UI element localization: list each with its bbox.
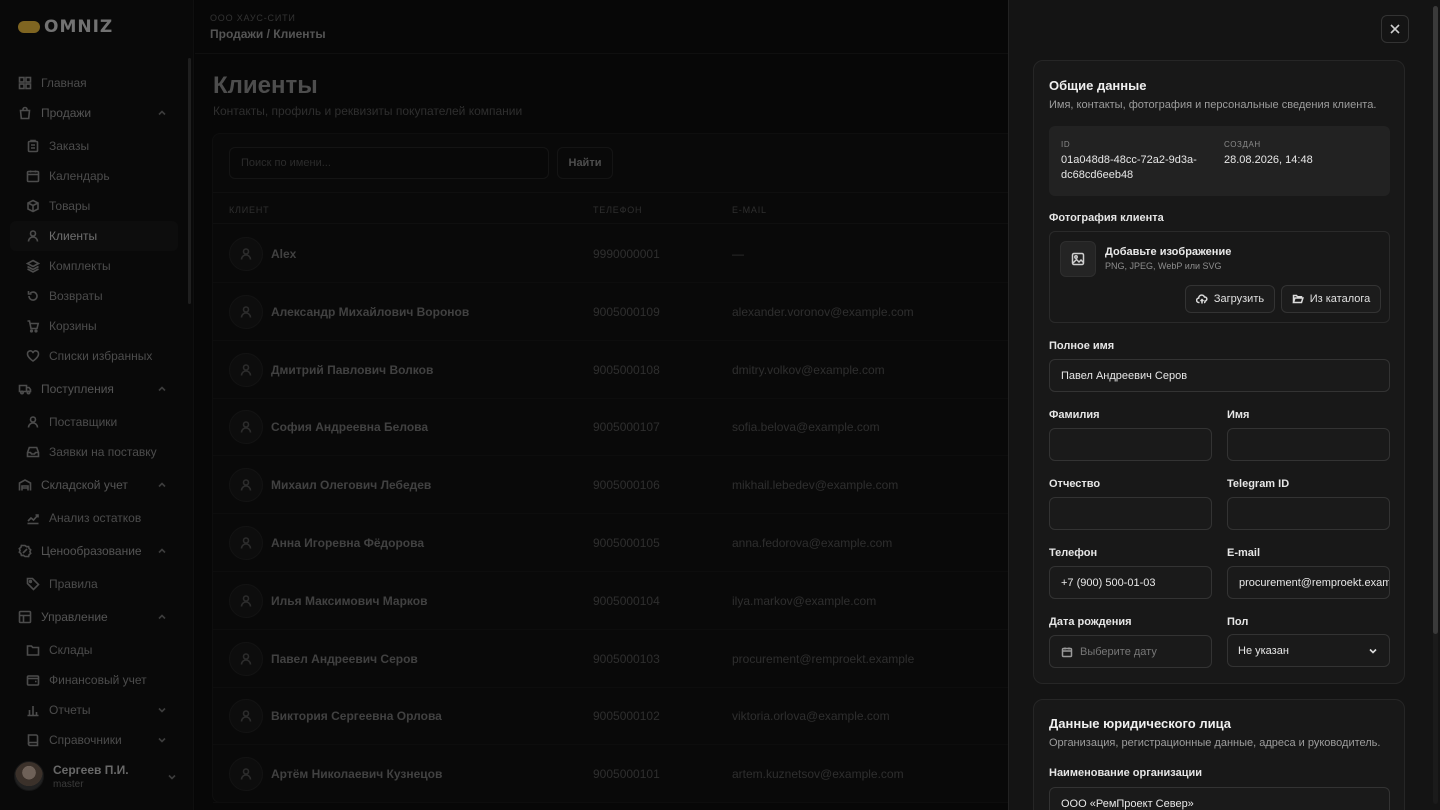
general-data-card: Общие данные Имя, контакты, фотография и… bbox=[1033, 60, 1405, 684]
telegram-field[interactable] bbox=[1227, 497, 1390, 530]
section-description: Организация, регистрационные данные, адр… bbox=[1049, 737, 1381, 749]
middle-name-field[interactable] bbox=[1049, 497, 1212, 530]
telegram-label: Telegram ID bbox=[1227, 478, 1290, 490]
calendar-icon bbox=[1061, 647, 1073, 657]
photo-label: Фотография клиента bbox=[1049, 212, 1164, 224]
modal-overlay[interactable] bbox=[0, 0, 1008, 810]
id-value: 01a048d8-48cc-72a2-9d3a-dc68cd6eeb48 bbox=[1061, 154, 1197, 181]
catalog-label: Из каталога bbox=[1309, 293, 1371, 305]
image-icon bbox=[1060, 241, 1096, 277]
catalog-button[interactable]: Из каталога bbox=[1281, 285, 1381, 313]
client-edit-drawer: Общие данные Имя, контакты, фотография и… bbox=[1008, 0, 1440, 810]
photo-title: Добавьте изображение bbox=[1105, 246, 1232, 258]
birth-date-picker[interactable]: Выберите дату bbox=[1049, 635, 1212, 668]
first-name-label: Имя bbox=[1227, 409, 1250, 421]
upload-label: Загрузить bbox=[1213, 293, 1265, 305]
drawer-scrollbar-thumb[interactable] bbox=[1433, 6, 1438, 634]
close-icon bbox=[1390, 24, 1400, 34]
birth-date-label: Дата рождения bbox=[1049, 616, 1132, 628]
cloud-upload-icon bbox=[1195, 294, 1208, 304]
last-name-label: Фамилия bbox=[1049, 409, 1100, 421]
phone-label: Телефон bbox=[1049, 547, 1098, 559]
close-button[interactable] bbox=[1381, 15, 1409, 43]
birth-date-placeholder: Выберите дату bbox=[1080, 645, 1157, 658]
phone-field[interactable]: +7 (900) 500-01-03 bbox=[1049, 566, 1212, 599]
client-meta: ID 01a048d8-48cc-72a2-9d3a-dc68cd6eeb48 … bbox=[1049, 126, 1390, 196]
id-label: ID bbox=[1061, 140, 1071, 149]
org-name-field[interactable]: ООО «РемПроект Север» bbox=[1049, 787, 1390, 810]
first-name-field[interactable] bbox=[1227, 428, 1390, 461]
app-root: OMNIZ Главная Продажи Заказы Календарь Товар… bbox=[0, 0, 1440, 810]
created-label: СОЗДАН bbox=[1224, 140, 1261, 149]
full-name-label: Полное имя bbox=[1049, 340, 1115, 352]
section-title: Данные юридического лица bbox=[1049, 716, 1231, 731]
full-name-field[interactable]: Павел Андреевич Серов bbox=[1049, 359, 1390, 392]
last-name-field[interactable] bbox=[1049, 428, 1212, 461]
drawer-scrollbar[interactable] bbox=[1433, 6, 1438, 804]
created-value: 28.08.2026, 14:48 bbox=[1224, 154, 1313, 166]
email-field[interactable]: procurement@remproekt.example bbox=[1227, 566, 1390, 599]
upload-button[interactable]: Загрузить bbox=[1185, 285, 1275, 313]
section-title: Общие данные bbox=[1049, 78, 1147, 93]
legal-entity-card: Данные юридического лица Организация, ре… bbox=[1033, 699, 1405, 810]
gender-value: Не указан bbox=[1238, 644, 1289, 657]
gender-select[interactable]: Не указан bbox=[1227, 634, 1390, 667]
photo-dropzone[interactable]: Добавьте изображение PNG, JPEG, WebP или… bbox=[1049, 231, 1390, 323]
email-label: E-mail bbox=[1227, 547, 1261, 559]
folder-open-icon bbox=[1292, 294, 1304, 304]
gender-label: Пол bbox=[1227, 616, 1249, 628]
org-name-label: Наименование организации bbox=[1049, 767, 1203, 779]
middle-name-label: Отчество bbox=[1049, 478, 1101, 490]
section-description: Имя, контакты, фотография и персональные… bbox=[1049, 99, 1377, 111]
photo-hint: PNG, JPEG, WebP или SVG bbox=[1105, 261, 1222, 271]
chevron-down-icon bbox=[1367, 645, 1379, 660]
